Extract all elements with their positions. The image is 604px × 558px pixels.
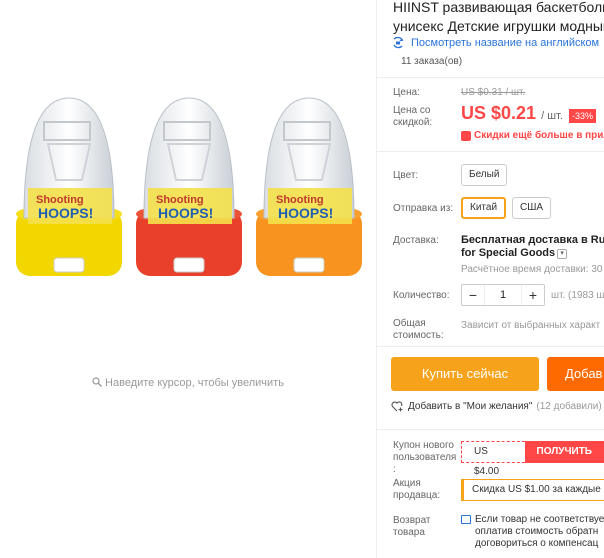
toy-red: Shooting HOOPS!	[136, 97, 242, 276]
ship-from-label: Отправка из:	[393, 203, 454, 214]
current-price-value: US $0.21	[461, 103, 537, 123]
toy-orange: Shooting HOOPS!	[256, 97, 362, 276]
wishlist-link[interactable]: Добавить в "Мои желания" (12 добавили)	[391, 401, 602, 412]
divider	[377, 346, 604, 347]
color-option-white[interactable]: Белый	[461, 164, 508, 186]
quantity-increase-button[interactable]: +	[522, 287, 544, 303]
phone-icon	[461, 130, 471, 141]
svg-text:HOOPS!: HOOPS!	[38, 205, 93, 221]
returns-label-line2: товара	[393, 527, 425, 538]
shipping-method-line2-row: for Special Goods ▾	[461, 247, 604, 260]
zoom-hint: Наведите курсор, чтобы увеличить	[0, 377, 376, 389]
shipping-method[interactable]: Бесплатная доставка в Russi for Special …	[461, 234, 604, 260]
total-label-line2: стоимость:	[393, 330, 444, 341]
ship-from-china[interactable]: Китай	[461, 197, 507, 219]
returns-info: Если товар не соответствуе оплатив стоим…	[461, 514, 604, 550]
wishlist-text[interactable]: Добавить в "Мои желания"	[408, 401, 532, 412]
shipping-method-line2: for Special Goods	[461, 247, 556, 259]
seller-promo-label-line1: Акция	[393, 478, 421, 489]
current-price: US $0.21 / шт.	[461, 103, 563, 124]
svg-text:HOOPS!: HOOPS!	[278, 205, 333, 221]
returns-label-line1: Возврат	[393, 515, 431, 526]
translate-link-text[interactable]: Посмотреть название на английском	[411, 37, 599, 49]
coupon-label-line2: пользователя	[393, 452, 457, 463]
returns-label: Возврат товара	[393, 515, 431, 539]
image-gallery: Shooting HOOPS! Shooting HOOPS! Shooting…	[0, 0, 376, 558]
price-unit: / шт.	[541, 110, 563, 122]
translate-link[interactable]: Посмотреть название на английском	[391, 37, 599, 49]
coupon-amount: US $4.00	[461, 441, 525, 477]
coupon-label-line1: Купон нового	[393, 440, 454, 451]
translate-icon	[393, 37, 404, 49]
discount-price-label-line1: Цена со	[393, 105, 431, 116]
quantity-label: Количество:	[393, 290, 450, 301]
app-promo-link[interactable]: Скидки ещё больше в прил	[461, 130, 604, 141]
return-policy-icon	[461, 515, 471, 524]
divider	[377, 77, 604, 78]
seller-promo-label: Акция продавца:	[393, 478, 440, 502]
toy-yellow: Shooting HOOPS!	[16, 97, 122, 276]
seller-promo-label-line2: продавца:	[393, 490, 441, 501]
discount-price-label: Цена со скидкой:	[393, 105, 432, 129]
chevron-down-icon[interactable]: ▾	[557, 249, 568, 259]
quantity-stepper: − 1 +	[461, 284, 545, 306]
ship-from-usa[interactable]: США	[512, 197, 552, 219]
orders-count: 11 заказа(ов)	[401, 56, 463, 67]
total-note: Зависит от выбранных характ	[461, 320, 601, 331]
seller-promo-banner[interactable]: Скидка US $1.00 за каждые U	[461, 479, 604, 501]
coupon-label-line3: :	[393, 464, 396, 475]
product-title-line1: HIINST развивающая баскетбольная	[393, 0, 604, 15]
divider	[377, 151, 604, 152]
svg-text:HOOPS!: HOOPS!	[158, 205, 213, 221]
returns-line2: оплатив стоимость обратн	[475, 526, 599, 537]
stock-info: шт. (1983 ш	[551, 290, 604, 301]
discount-price-label-line2: скидкой:	[393, 117, 433, 128]
heart-plus-icon	[391, 401, 403, 412]
price-label: Цена:	[393, 87, 420, 98]
get-coupon-button[interactable]: ПОЛУЧИТЬ	[524, 441, 604, 463]
shipping-method-line1: Бесплатная доставка в Russi	[461, 234, 604, 246]
product-photo[interactable]: Shooting HOOPS! Shooting HOOPS! Shooting…	[8, 88, 370, 288]
total-label-line1: Общая	[393, 318, 426, 329]
returns-line1: Если товар не соответствуе	[475, 514, 604, 525]
quantity-input[interactable]: 1	[484, 285, 522, 305]
old-price: US $0.31 / шт.	[461, 87, 526, 98]
delivery-estimate: Расчётное время доставки: 30	[461, 264, 603, 275]
color-label: Цвет:	[393, 170, 419, 181]
product-details: HIINST развивающая баскетбольная унисекс…	[376, 0, 604, 558]
returns-line3: договориться о компенсац	[475, 538, 599, 549]
returns-text: Если товар не соответствуе оплатив стоим…	[475, 514, 604, 550]
new-user-coupon: US $4.00 ПОЛУЧИТЬ	[461, 441, 604, 477]
zoom-hint-text: Наведите курсор, чтобы увеличить	[105, 377, 284, 389]
divider	[377, 429, 604, 430]
product-title-line2: унисекс Детские игрушки модный по	[393, 18, 604, 34]
product-page: Shooting HOOPS! Shooting HOOPS! Shooting…	[0, 0, 604, 558]
add-to-cart-button[interactable]: Добав	[547, 357, 604, 391]
discount-badge: -33%	[569, 109, 597, 123]
buy-now-button[interactable]: Купить сейчас	[391, 357, 539, 391]
coupon-label: Купон нового пользователя :	[393, 440, 456, 476]
wishlist-count: (12 добавили)	[536, 401, 602, 412]
product-title: HIINST развивающая баскетбольная унисекс…	[393, 0, 604, 36]
app-promo-text[interactable]: Скидки ещё больше в прил	[474, 130, 604, 141]
total-label: Общая стоимость:	[393, 318, 444, 342]
magnifier-icon	[92, 377, 103, 387]
shipping-label: Доставка:	[393, 235, 439, 246]
quantity-decrease-button[interactable]: −	[462, 287, 484, 303]
